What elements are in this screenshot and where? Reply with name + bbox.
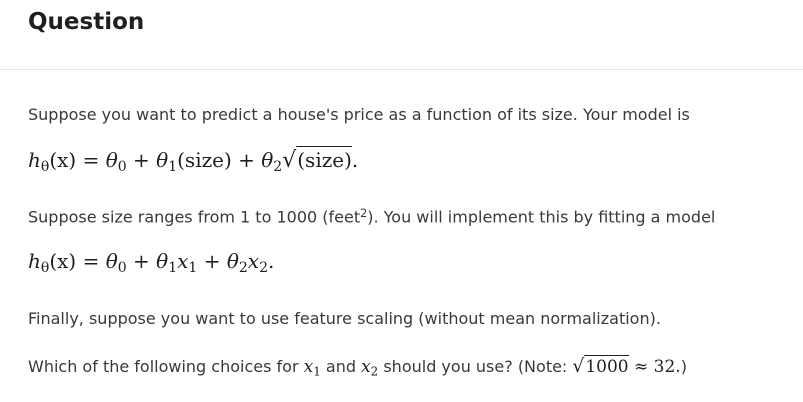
eq1-h: h	[28, 148, 41, 172]
eq1-sqrt: √(size)	[282, 146, 352, 173]
p4-sqrt: √1000	[572, 355, 629, 377]
eq1-equals: =	[82, 148, 100, 172]
eq2-theta0: θ	[105, 249, 118, 273]
eq1-theta2-sub: 2	[273, 159, 283, 176]
equation-model-2: hθ(x) = θ0 + θ1x1 + θ2x2.	[28, 249, 274, 276]
eq1-plus-1: +	[133, 148, 150, 172]
eq1-theta1-sub: 1	[168, 159, 178, 176]
p4-x2: x	[361, 357, 371, 377]
eq2-theta1: θ	[156, 249, 169, 273]
sqrt-icon: √	[572, 356, 585, 377]
eq2-x2: x	[247, 249, 260, 273]
eq1-end: .	[351, 148, 359, 172]
eq2-theta1-sub: 1	[168, 260, 178, 277]
eq2-end: .	[267, 249, 275, 273]
eq2-h: h	[28, 249, 41, 273]
eq2-equals: =	[82, 249, 100, 273]
eq1-size: (size)	[177, 148, 232, 172]
p4-approx: ≈ 32.	[628, 357, 681, 377]
p4-and: and	[320, 357, 362, 376]
eq2-x1-sub: 1	[188, 260, 198, 277]
p4-x1-sub: 1	[313, 364, 321, 379]
p2-after: ). You will implement this by fitting a …	[367, 207, 716, 227]
eq2-theta0-sub: 0	[117, 260, 127, 277]
question-paragraph-1: Suppose you want to predict a house's pr…	[28, 105, 690, 124]
page-title: Question	[28, 9, 145, 35]
p4-part1: Which of the following choices for	[28, 357, 304, 376]
eq2-x2-sub: 2	[259, 260, 268, 277]
eq2-x: (x)	[49, 249, 77, 273]
sqrt-icon: √	[282, 148, 297, 173]
header: Question	[0, 0, 803, 70]
eq2-theta2-sub: 2	[238, 260, 248, 277]
eq2-plus-2: +	[203, 249, 221, 273]
eq1-x: (x)	[49, 148, 77, 172]
p4-end: )	[680, 357, 687, 376]
eq1-sqrt-arg: (size)	[296, 146, 352, 172]
p4-sqrt-arg: 1000	[584, 355, 629, 377]
eq2-x1: x	[177, 249, 189, 273]
eq1-plus-2: +	[238, 148, 255, 172]
question-paragraph-2: Suppose size ranges from 1 to 1000 (feet…	[28, 207, 715, 227]
question-paragraph-3: Finally, suppose you want to use feature…	[28, 309, 661, 328]
p4-x1: x	[303, 357, 314, 377]
p2-before: Suppose size ranges from 1 to 1000 (feet	[28, 207, 361, 227]
question-paragraph-4: Which of the following choices for x1 an…	[28, 355, 687, 379]
equation-model-1: hθ(x) = θ0 + θ1(size) + θ2√(size).	[28, 146, 359, 176]
p4-part2: should you use? (Note:	[378, 357, 573, 376]
eq2-theta2: θ	[226, 249, 239, 273]
eq1-theta0-sub: 0	[117, 159, 127, 176]
eq1-theta0: θ	[105, 148, 118, 172]
eq1-theta1: θ	[156, 148, 169, 172]
eq2-plus-1: +	[133, 249, 150, 273]
eq1-theta2: θ	[261, 148, 274, 172]
